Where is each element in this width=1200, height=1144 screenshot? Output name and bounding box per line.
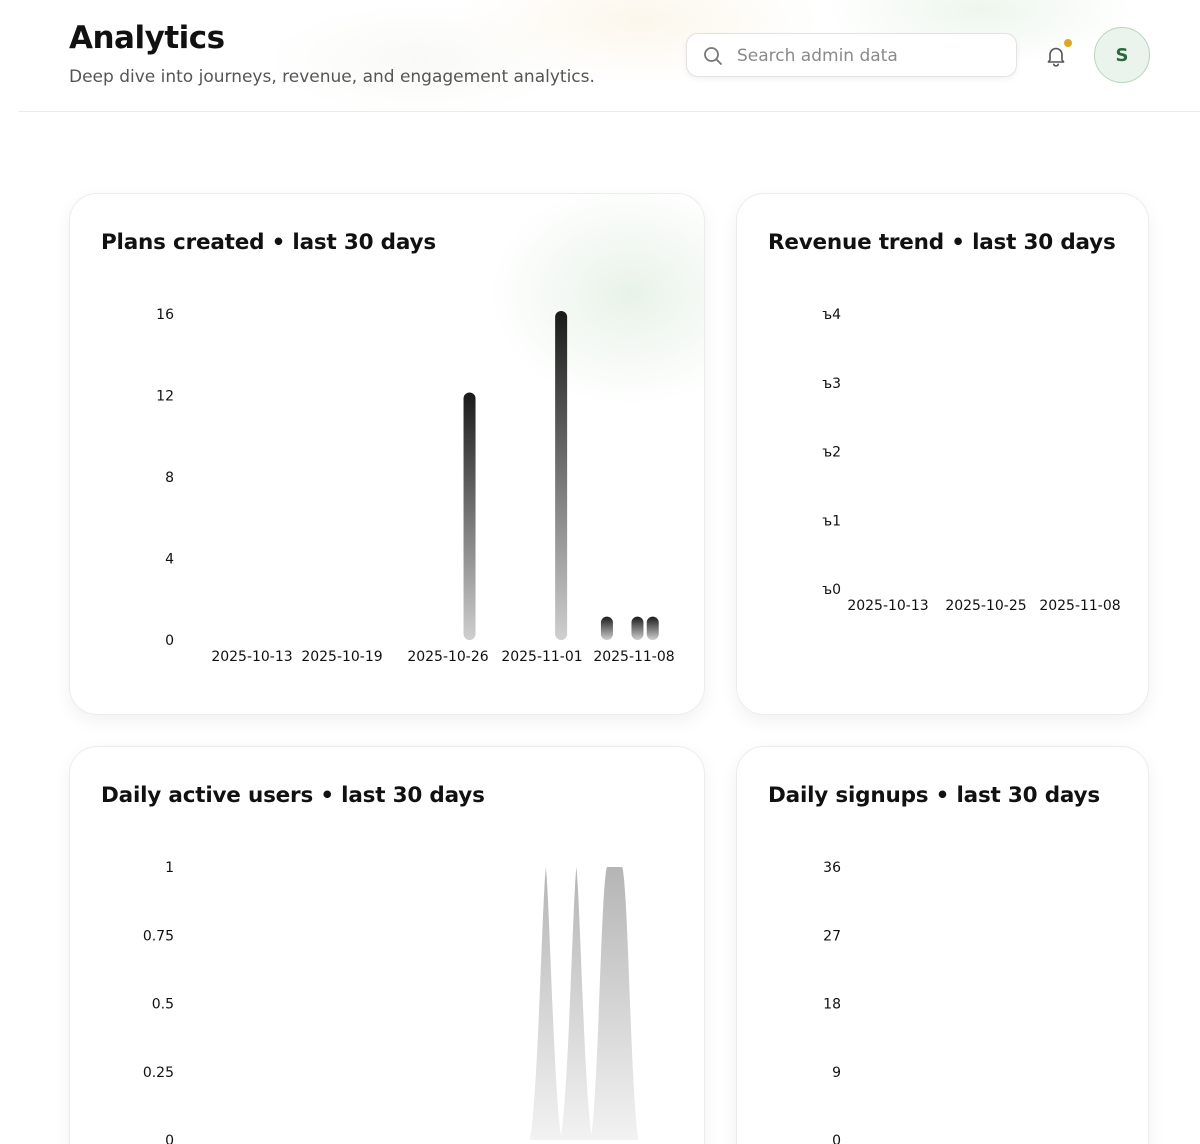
y-tick-label: ъ1 xyxy=(822,513,841,529)
y-tick-label: ъ2 xyxy=(822,445,841,461)
y-tick-label: 27 xyxy=(823,928,841,944)
bar xyxy=(631,616,644,640)
page-title: Analytics xyxy=(69,20,225,56)
x-tick-label: 2025-10-19 xyxy=(301,649,382,665)
search-icon xyxy=(704,47,722,65)
area-series xyxy=(529,867,562,1140)
x-tick-label: 2025-10-13 xyxy=(211,649,292,665)
y-tick-label: ъ0 xyxy=(822,582,841,598)
plans-created-card: Plans created • last 30 days 0 4 8 12 16 2025… xyxy=(69,193,705,715)
top-bar: Analytics Deep dive into journeys, reven… xyxy=(18,0,1200,112)
y-tick-label: 0.25 xyxy=(143,1065,174,1081)
y-tick-label: 0 xyxy=(832,1133,841,1144)
y-tick-label: 0 xyxy=(165,633,174,649)
area-series xyxy=(590,867,639,1140)
x-tick-label: 2025-10-26 xyxy=(407,649,488,665)
bar xyxy=(600,616,613,640)
area-series xyxy=(560,867,593,1140)
bar xyxy=(463,392,476,640)
revenue-chart: ъ0 ъ1 ъ2 ъ3 ъ4 2025-10-13 2025-10-25 2025-11-08 xyxy=(822,307,1121,614)
page-subtitle: Deep dive into journeys, revenue, and en… xyxy=(69,67,595,87)
y-tick-label: 18 xyxy=(823,997,841,1013)
y-tick-label: 0.75 xyxy=(143,928,174,944)
y-tick-label: 9 xyxy=(832,1065,841,1081)
y-tick-label: 1 xyxy=(165,860,174,876)
daily-active-users-chart: 0 0.25 0.5 0.75 1 xyxy=(143,860,639,1144)
plans-chart: 0 4 8 12 16 2025-10-13 2025-10-19 2025-10-26 202… xyxy=(156,307,675,665)
y-tick-label: ъ3 xyxy=(822,376,841,392)
y-tick-label: 16 xyxy=(156,307,174,323)
search-input[interactable] xyxy=(737,42,1007,70)
search-box[interactable] xyxy=(686,33,1017,77)
x-tick-label: 2025-10-25 xyxy=(945,598,1026,614)
y-tick-label: 8 xyxy=(165,470,174,486)
x-tick-label: 2025-11-01 xyxy=(501,649,582,665)
y-tick-label: ъ4 xyxy=(822,307,841,323)
daily-signups-card: Daily signups • last 30 days 0 9 18 27 36 xyxy=(736,746,1149,1144)
y-tick-label: 0 xyxy=(165,1133,174,1144)
y-tick-label: 12 xyxy=(156,389,174,405)
bar xyxy=(646,616,659,640)
daily-active-users-card: Daily active users • last 30 days 0 0.25 0… xyxy=(69,746,705,1144)
x-tick-label: 2025-11-08 xyxy=(1039,598,1120,614)
avatar[interactable]: S xyxy=(1094,27,1150,83)
revenue-trend-card: Revenue trend • last 30 days ъ0 ъ1 ъ2 ъ3 ъ4 2… xyxy=(736,193,1149,715)
x-tick-label: 2025-10-13 xyxy=(847,598,928,614)
y-tick-label: 4 xyxy=(165,552,174,568)
notification-dot xyxy=(1063,38,1073,48)
y-tick-label: 0.5 xyxy=(152,997,174,1013)
x-tick-label: 2025-11-08 xyxy=(593,649,674,665)
y-tick-label: 36 xyxy=(823,860,841,876)
daily-signups-chart: 0 9 18 27 36 xyxy=(823,860,841,1144)
bar xyxy=(555,311,568,640)
